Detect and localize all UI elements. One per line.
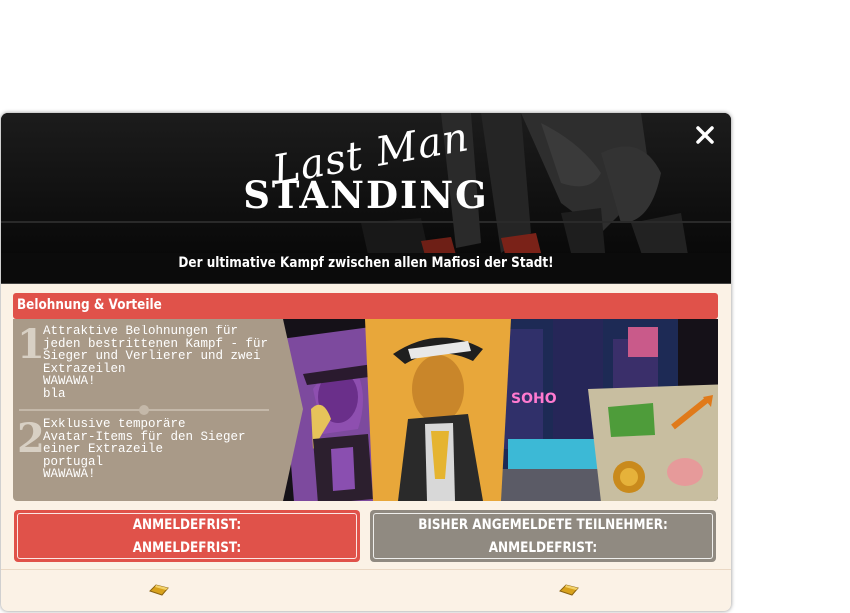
reward-text-2: Exklusive temporäre Avatar-Items für den… (43, 418, 246, 481)
reward-number-2: 2 (17, 415, 45, 462)
billboard-text: SOHO (511, 391, 557, 407)
participants-deadline-label: ANMELDEFRIST: (488, 540, 598, 556)
participants-label: BISHER ANGEMELDETE TEILNEHMER: (418, 517, 668, 533)
title-main: STANDING (243, 173, 489, 217)
participants-box: BISHER ANGEMELDETE TEILNEHMER: ANMELDEFR… (370, 510, 716, 562)
rewards-header: Belohnung & Vorteile (13, 293, 718, 319)
reward-number-1: 1 (17, 321, 45, 368)
close-icon[interactable] (693, 123, 717, 147)
footer-divider (1, 569, 731, 570)
rewards-panel: SOHO 1 Attraktive Belohnungen für jeden … (13, 319, 718, 501)
rewards-header-label: Belohnung & Vorteile (17, 297, 162, 313)
reward-text-1: Attraktive Belohnungen für jeden bestrit… (43, 325, 269, 401)
gold-bar-icon[interactable] (558, 583, 580, 597)
banner-subtitle: Der ultimative Kampf zwischen allen Mafi… (178, 255, 554, 271)
last-man-standing-dialog: Last Man STANDING Der ultimative Kampf z… (1, 113, 731, 611)
registration-deadline-value: ANMELDEFRIST: (132, 540, 242, 556)
registration-deadline-label: ANMELDEFRIST: (132, 517, 242, 533)
event-banner: Last Man STANDING Der ultimative Kampf z… (1, 113, 731, 284)
registration-deadline-box: ANMELDEFRIST: ANMELDEFRIST: (14, 510, 360, 562)
gold-bar-icon[interactable] (148, 583, 170, 597)
reward-divider-dot (139, 405, 149, 415)
